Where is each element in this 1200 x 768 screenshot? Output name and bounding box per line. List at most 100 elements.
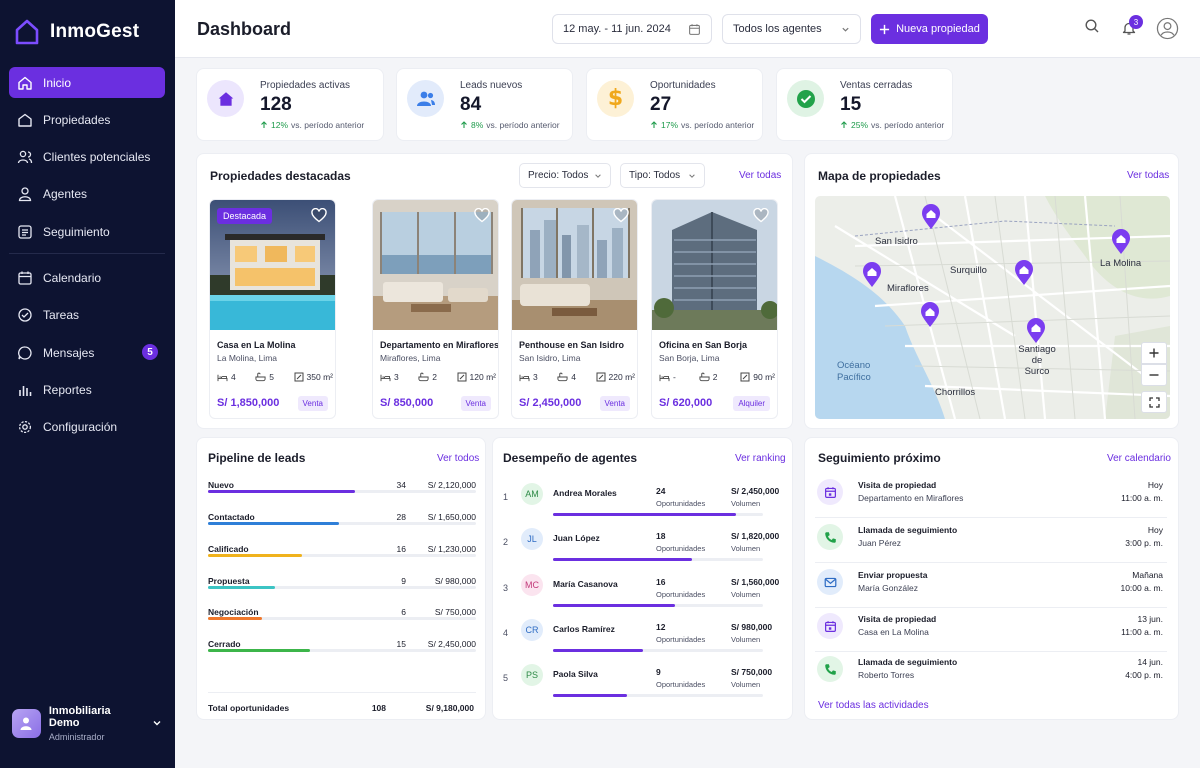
stat-card-opportunities[interactable]: $ Oportunidades 27 17% vs. período anteri… (586, 68, 763, 141)
pipeline-row[interactable]: Negociación 6 S/ 750,000 (208, 607, 476, 632)
agent-volume: S/ 980,000 (731, 622, 773, 632)
followup-item[interactable]: Visita de propiedad Departamento en Mira… (815, 474, 1167, 518)
pipeline-row[interactable]: Cerrado 15 S/ 2,450,000 (208, 639, 476, 664)
type-filter-value: Tipo: Todos (629, 170, 681, 181)
stat-label: Leads nuevos (460, 80, 523, 91)
agent-row[interactable]: 3 MC María Casanova 16 Oportunidades S/ 1,560… (503, 571, 783, 615)
followup-icon-bg (817, 479, 843, 505)
zoom-in-button[interactable] (1141, 342, 1167, 364)
map-label: Océano Pacífico (837, 360, 871, 383)
agent-bar-track (553, 513, 763, 516)
sidebar-item-configuracion[interactable]: Configuración (9, 412, 165, 443)
price-filter[interactable]: Precio: Todos (519, 163, 611, 188)
stat-card-active-properties[interactable]: Propiedades activas 128 12% vs. período a… (196, 68, 384, 141)
stat-card-new-leads[interactable]: Leads nuevos 84 8% vs. período anterior (396, 68, 573, 141)
followup-time: 4:00 p. m. (1125, 670, 1163, 680)
heart-icon[interactable] (474, 208, 490, 223)
map-pin-icon[interactable] (1026, 318, 1046, 344)
pipeline-stage: Cerrado (208, 639, 241, 649)
brand[interactable]: InmoGest (14, 18, 139, 46)
pipeline-row[interactable]: Contactado 28 S/ 1,650,000 (208, 512, 476, 537)
user-menu[interactable]: Inmobiliaria Demo Administrador (12, 705, 162, 742)
agent-opportunities-label: Oportunidades (656, 680, 706, 689)
map-label: Chorrillos (935, 387, 976, 398)
profile-avatar-icon[interactable] (1156, 17, 1179, 40)
heart-icon[interactable] (613, 208, 629, 223)
search-icon[interactable] (1084, 18, 1100, 34)
agent-row[interactable]: 4 CR Carlos Ramírez 12 Oportunidades S/ 980,0… (503, 616, 783, 660)
see-ranking-link[interactable]: Ver ranking (735, 453, 786, 464)
notifications-badge: 3 (1129, 15, 1143, 29)
plus-icon (1149, 348, 1159, 358)
sidebar-item-seguimiento[interactable]: Seguimiento (9, 216, 165, 247)
bathrooms: 2 (699, 372, 717, 382)
followup-item[interactable]: Visita de propiedad Casa en La Molina 13… (815, 608, 1167, 652)
pipeline-row[interactable]: Nuevo 34 S/ 2,120,000 (208, 480, 476, 505)
agents-select[interactable]: Todos los agentes (722, 14, 861, 44)
see-calendar-link[interactable]: Ver calendario (1107, 453, 1171, 464)
sidebar-item-mensajes[interactable]: Mensajes 5 (9, 337, 165, 368)
sidebar-item-calendario[interactable]: Calendario (9, 262, 165, 293)
avatar (12, 708, 41, 738)
followup-title: Enviar propuesta (858, 570, 928, 580)
sidebar-item-agentes[interactable]: Agentes (9, 179, 165, 210)
map-pin-icon[interactable] (1111, 229, 1131, 255)
agent-row[interactable]: 2 JL Juan López 18 Oportunidades S/ 1,820,000… (503, 525, 783, 569)
date-range-picker[interactable]: 12 may. - 11 jun. 2024 (552, 14, 712, 44)
followup-time: 3:00 p. m. (1125, 538, 1163, 548)
sidebar-item-tareas[interactable]: Tareas (9, 300, 165, 331)
agent-name: Juan López (553, 533, 600, 543)
sidebar: InmoGest Inicio Propiedades Clientes pot… (0, 0, 175, 768)
user-role: Administrador (48, 731, 105, 742)
sidebar-item-inicio[interactable]: Inicio (9, 67, 165, 98)
followup-icon-bg (817, 569, 843, 595)
heart-icon[interactable] (753, 208, 769, 223)
agent-name: Andrea Morales (553, 488, 617, 498)
map-pin-icon[interactable] (862, 262, 882, 288)
map-pin-icon[interactable] (920, 302, 940, 328)
property-card[interactable]: Destacada Casa en La Molina La Molina, L… (209, 199, 336, 419)
new-property-button[interactable]: Nueva propiedad (871, 14, 988, 44)
pipeline-row[interactable]: Propuesta 9 S/ 980,000 (208, 576, 476, 601)
chevron-down-icon (841, 25, 850, 34)
agent-row[interactable]: 5 PS Paola Silva 9 Oportunidades S/ 750,000 Vo… (503, 661, 783, 705)
followup-title: Llamada de seguimiento (858, 657, 958, 667)
bedrooms: 4 (217, 372, 236, 382)
property-card[interactable]: Penthouse en San Isidro San Isidro, Lima… (511, 199, 638, 419)
property-features: - 2 90 m² (659, 372, 775, 382)
type-filter[interactable]: Tipo: Todos (620, 163, 705, 188)
map-canvas[interactable]: San Isidro Surquillo La Molina Miraflore… (815, 196, 1170, 419)
map-pin-icon[interactable] (921, 204, 941, 230)
pipeline-row[interactable]: Calificado 16 S/ 1,230,000 (208, 544, 476, 569)
see-all-activities-link[interactable]: Ver todas las actividades (818, 700, 929, 711)
user-icon (17, 186, 33, 202)
followup-item[interactable]: Llamada de seguimiento Roberto Torres 14… (815, 651, 1167, 695)
see-all-properties-link[interactable]: Ver todas (739, 170, 781, 181)
pipeline-stage: Contactado (208, 512, 255, 522)
sidebar-item-clientes[interactable]: Clientes potenciales (9, 142, 165, 173)
fullscreen-button[interactable] (1141, 391, 1167, 413)
stat-icon-bg (787, 80, 824, 117)
see-all-map-link[interactable]: Ver todas (1127, 170, 1169, 181)
property-card[interactable]: Departamento en Miraflores Miraflores, L… (372, 199, 499, 419)
brand-name: InmoGest (50, 21, 140, 42)
agent-volume: S/ 1,820,000 (731, 531, 780, 541)
zoom-out-button[interactable] (1141, 364, 1167, 386)
chevron-down-icon (594, 172, 602, 180)
heart-icon[interactable] (311, 208, 327, 223)
sidebar-item-propiedades[interactable]: Propiedades (9, 104, 165, 135)
pipeline-stage: Nuevo (208, 480, 234, 490)
agent-volume: S/ 1,560,000 (731, 577, 780, 587)
chevron-down-icon[interactable] (152, 718, 162, 728)
followup-item[interactable]: Llamada de seguimiento Juan Pérez Hoy 3:… (815, 519, 1167, 563)
stat-card-closed-sales[interactable]: Ventas cerradas 15 25% vs. período anteri… (776, 68, 953, 141)
map-pin-icon[interactable] (1014, 260, 1034, 286)
sidebar-item-reportes[interactable]: Reportes (9, 374, 165, 405)
see-all-leads-link[interactable]: Ver todos (437, 453, 479, 464)
agent-row[interactable]: 1 AM Andrea Morales 24 Oportunidades S/ 2,450… (503, 480, 783, 524)
property-location: San Borja, Lima (659, 353, 720, 363)
bar-chart-icon (17, 382, 33, 398)
property-card[interactable]: Oficina en San Borja San Borja, Lima - 2… (651, 199, 778, 419)
followup-item[interactable]: Enviar propuesta María González Mañana 1… (815, 564, 1167, 608)
followup-title: Visita de propiedad (858, 480, 937, 490)
